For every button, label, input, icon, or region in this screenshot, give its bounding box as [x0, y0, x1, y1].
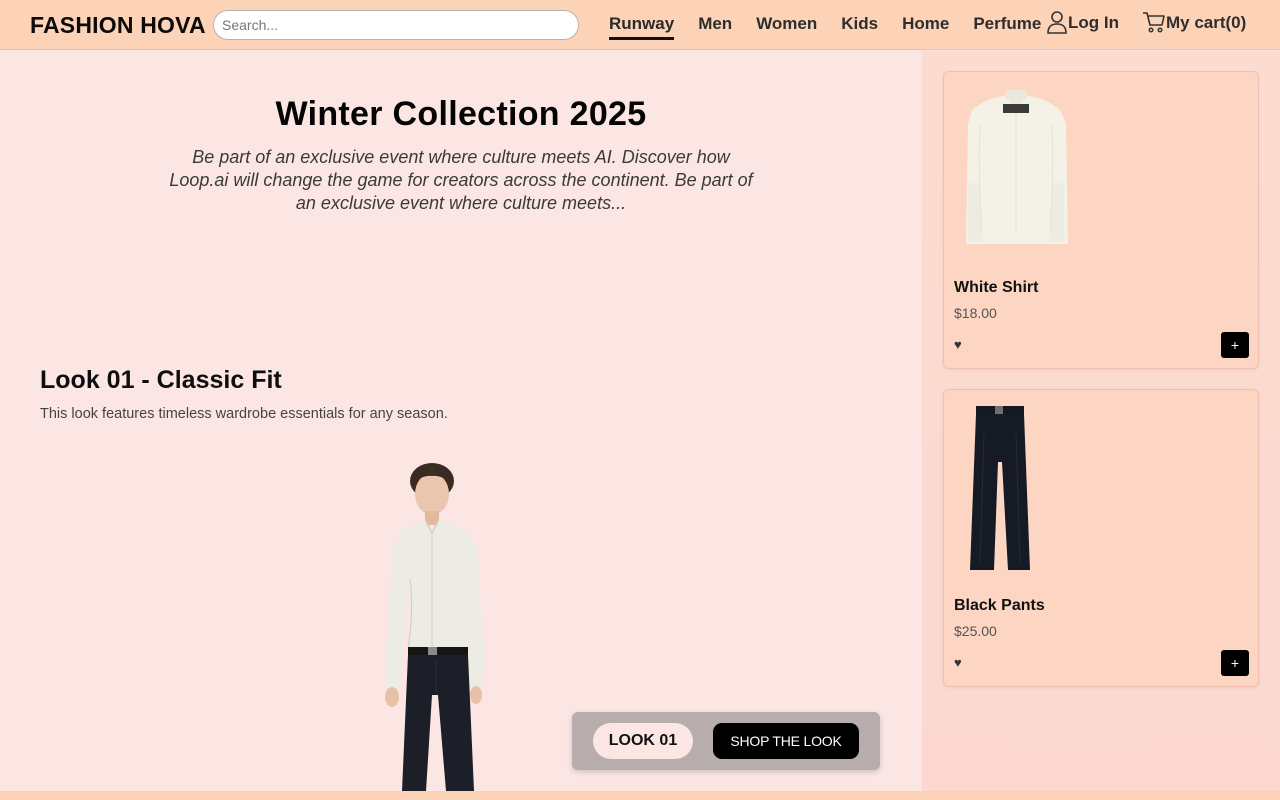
shop-the-look-button[interactable]: SHOP THE LOOK [713, 723, 859, 759]
model-image [385, 463, 484, 791]
heart-icon[interactable]: ♥ [954, 337, 962, 352]
login-label: Log In [1068, 13, 1119, 32]
product-price: $25.00 [954, 623, 997, 639]
hero-title: Winter Collection 2025 [275, 95, 647, 133]
nav-item-home[interactable]: Home [902, 14, 949, 40]
nav-item-men[interactable]: Men [698, 14, 732, 40]
cart-button[interactable]: My cart(0) [1142, 10, 1246, 34]
product-sidebar: White Shirt $18.00 ♥ + Black Pants $25.0… [922, 51, 1280, 791]
look-selector-bar: LOOK 01 SHOP THE LOOK [572, 712, 880, 770]
look-badge[interactable]: LOOK 01 [593, 723, 693, 759]
user-icon [1047, 11, 1067, 34]
runway-main: Winter Collection 2025 Be part of an exc… [0, 51, 922, 791]
product-price: $18.00 [954, 305, 997, 321]
add-to-cart-button[interactable]: + [1221, 332, 1249, 358]
nav-item-runway[interactable]: Runway [609, 14, 675, 40]
look-title: Look 01 - Classic Fit [40, 366, 282, 394]
white-shirt-image [966, 90, 1068, 244]
product-card[interactable]: Black Pants $25.00 ♥ + [943, 389, 1259, 687]
brand-logo[interactable]: FASHION HOVA [30, 12, 206, 39]
heart-icon[interactable]: ♥ [954, 655, 962, 670]
product-card[interactable]: White Shirt $18.00 ♥ + [943, 71, 1259, 369]
hero-description: Be part of an exclusive event where cult… [169, 147, 753, 213]
black-pants-image [970, 406, 1030, 570]
search-input[interactable] [213, 10, 579, 40]
nav-item-kids[interactable]: Kids [841, 14, 878, 40]
cart-label: My cart(0) [1166, 13, 1247, 32]
add-to-cart-button[interactable]: + [1221, 650, 1249, 676]
top-navigation-bar: FASHION HOVA Runway Men Women Kids Home … [0, 0, 1280, 50]
nav-item-perfume[interactable]: Perfume [973, 14, 1041, 40]
cart-icon [1143, 12, 1165, 33]
nav-item-women[interactable]: Women [756, 14, 817, 40]
main-nav: Runway Men Women Kids Home Perfume [609, 14, 1065, 40]
product-name: White Shirt [954, 279, 1039, 296]
product-name: Black Pants [954, 597, 1045, 614]
look-description: This look features timeless wardrobe ess… [40, 406, 448, 422]
login-button[interactable]: Log In [1046, 10, 1119, 34]
footer-strip [0, 791, 1280, 800]
